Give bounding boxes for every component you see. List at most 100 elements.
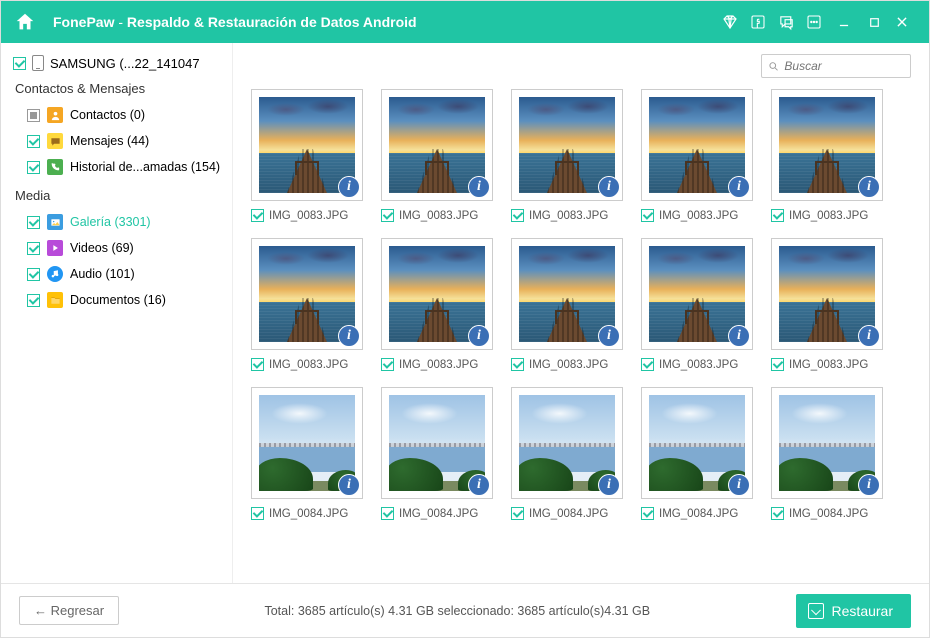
back-button[interactable]: ← Regresar [19, 596, 119, 625]
sidebar-item-gallery[interactable]: Galería (3301) [13, 209, 224, 235]
item-checkbox[interactable] [27, 216, 40, 229]
thumbnail-filename: IMG_0083.JPG [789, 359, 868, 371]
restore-icon [808, 603, 824, 619]
sidebar-item-audio[interactable]: Audio (101) [13, 261, 224, 287]
item-checkbox[interactable] [27, 161, 40, 174]
minimize-button[interactable] [829, 9, 859, 35]
sidebar-item-videos[interactable]: Videos (69) [13, 235, 224, 261]
thumbnail[interactable]: i [771, 387, 883, 499]
thumbnail-checkbox[interactable] [251, 507, 264, 520]
sidebar-item-calllog[interactable]: Historial de...amadas (154) [13, 154, 224, 180]
thumbnail-cell: iIMG_0083.JPG [641, 89, 753, 222]
search-box[interactable] [761, 54, 911, 78]
audio-icon [47, 266, 63, 282]
home-button[interactable] [1, 1, 49, 43]
thumbnail-cell: iIMG_0084.JPG [771, 387, 883, 520]
thumbnail-cell: i IMG_0084.JPG [511, 387, 623, 520]
thumbnail[interactable]: i [381, 238, 493, 350]
calllog-icon [47, 159, 63, 175]
info-icon[interactable]: i [858, 325, 880, 347]
thumbnail-checkbox[interactable] [771, 209, 784, 222]
thumbnail-checkbox[interactable] [771, 507, 784, 520]
thumbnail-checkbox[interactable] [641, 209, 654, 222]
item-checkbox[interactable] [27, 109, 40, 122]
thumbnail-cell: iIMG_0084.JPG [251, 387, 363, 520]
feedback-icon[interactable] [773, 9, 799, 35]
thumbnail-checkbox[interactable] [251, 358, 264, 371]
thumbnail-label-row: IMG_0083.JPG [251, 209, 363, 222]
thumbnail-label-row: IMG_0084.JPG [641, 507, 753, 520]
close-button[interactable] [889, 9, 915, 35]
thumbnail[interactable]: i [511, 387, 623, 499]
thumbnail-checkbox[interactable] [511, 507, 524, 520]
sidebar-item-docs[interactable]: Documentos (16) [13, 287, 224, 313]
info-icon[interactable]: i [858, 176, 880, 198]
item-checkbox[interactable] [27, 135, 40, 148]
thumbnail-checkbox[interactable] [771, 358, 784, 371]
info-icon[interactable]: i [338, 325, 360, 347]
facebook-icon[interactable] [745, 9, 771, 35]
info-icon[interactable]: i [468, 176, 490, 198]
thumbnail-label-row: IMG_0084.JPG [511, 507, 623, 520]
info-icon[interactable]: i [598, 325, 620, 347]
info-icon[interactable]: i [468, 474, 490, 496]
thumbnail[interactable]: i [641, 238, 753, 350]
thumbnail-filename: IMG_0084.JPG [529, 508, 608, 520]
info-icon[interactable]: i [598, 176, 620, 198]
thumbnail-label-row: IMG_0083.JPG [641, 358, 753, 371]
thumbnail[interactable]: i [251, 89, 363, 201]
thumbnail-filename: IMG_0084.JPG [399, 508, 478, 520]
sidebar: SAMSUNG (...22_141047 Contactos & Mensaj… [1, 43, 233, 583]
thumbnail-checkbox[interactable] [641, 507, 654, 520]
device-row[interactable]: SAMSUNG (...22_141047 [13, 55, 224, 71]
item-checkbox[interactable] [27, 294, 40, 307]
thumbnail-filename: IMG_0083.JPG [399, 210, 478, 222]
info-icon[interactable]: i [858, 474, 880, 496]
thumbnail[interactable]: i [641, 89, 753, 201]
thumbnail[interactable]: i [771, 89, 883, 201]
thumbnail-checkbox[interactable] [381, 358, 394, 371]
thumbnail[interactable]: i [381, 387, 493, 499]
more-icon[interactable] [801, 9, 827, 35]
info-icon[interactable]: i [338, 474, 360, 496]
thumbnail-checkbox[interactable] [641, 358, 654, 371]
device-checkbox[interactable] [13, 57, 26, 70]
thumbnail-checkbox[interactable] [511, 358, 524, 371]
sidebar-item-contacts[interactable]: Contactos (0) [13, 102, 224, 128]
device-name: SAMSUNG (...22_141047 [50, 56, 200, 71]
diamond-icon[interactable] [717, 9, 743, 35]
thumbnail-label-row: IMG_0083.JPG [511, 358, 623, 371]
thumbnail[interactable]: i [641, 387, 753, 499]
sidebar-item-messages[interactable]: Mensajes (44) [13, 128, 224, 154]
info-icon[interactable]: i [468, 325, 490, 347]
thumbnail-cell: iIMG_0083.JPG [381, 238, 493, 371]
thumbnail-grid-scroll[interactable]: iIMG_0083.JPGiIMG_0083.JPGiIMG_0083.JPGi… [233, 89, 929, 583]
thumbnail[interactable]: i [511, 89, 623, 201]
sidebar-item-label: Mensajes (44) [70, 134, 149, 148]
thumbnail[interactable]: i [771, 238, 883, 350]
thumbnail[interactable]: i [381, 89, 493, 201]
info-icon[interactable]: i [728, 176, 750, 198]
toolbar-top [233, 43, 929, 89]
maximize-button[interactable] [861, 9, 887, 35]
thumbnail[interactable]: i [511, 238, 623, 350]
search-input[interactable] [784, 59, 904, 73]
thumbnail-label-row: IMG_0083.JPG [251, 358, 363, 371]
restore-button[interactable]: Restaurar [796, 594, 911, 628]
item-checkbox[interactable] [27, 268, 40, 281]
thumbnail-checkbox[interactable] [511, 209, 524, 222]
selection-status: Total: 3685 artículo(s) 4.31 GB seleccio… [119, 604, 795, 618]
info-icon[interactable]: i [728, 474, 750, 496]
footer: ← Regresar Total: 3685 artículo(s) 4.31 … [1, 583, 929, 637]
info-icon[interactable]: i [598, 474, 620, 496]
thumbnail[interactable]: i [251, 238, 363, 350]
thumbnail-checkbox[interactable] [251, 209, 264, 222]
thumbnail-checkbox[interactable] [381, 507, 394, 520]
thumbnail[interactable]: i [251, 387, 363, 499]
thumbnail-checkbox[interactable] [381, 209, 394, 222]
info-icon[interactable]: i [338, 176, 360, 198]
info-icon[interactable]: i [728, 325, 750, 347]
item-checkbox[interactable] [27, 242, 40, 255]
main-panel: iIMG_0083.JPGiIMG_0083.JPGiIMG_0083.JPGi… [233, 43, 929, 583]
app-title: FonePaw - Respaldo & Restauración de Dat… [53, 14, 417, 30]
